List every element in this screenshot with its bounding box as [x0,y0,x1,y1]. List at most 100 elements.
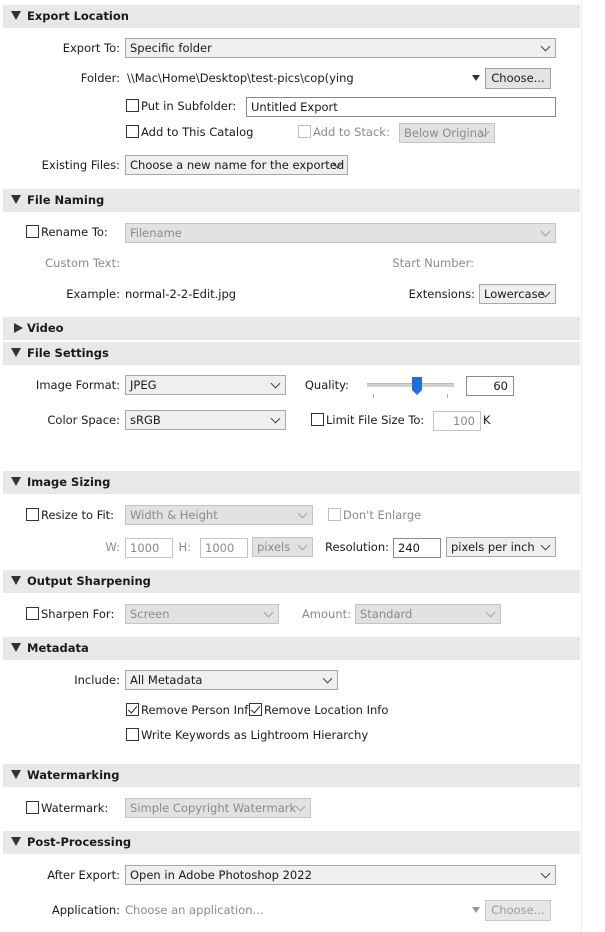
resize-to-fit-checkbox[interactable] [26,508,39,521]
start-number-label: Start Number: [392,256,474,270]
watermark-select[interactable]: Simple Copyright Watermark [125,798,311,818]
section-header-post-processing[interactable]: Post-Processing [3,831,580,854]
add-to-stack-label: Add to Stack: [313,125,390,139]
collapse-triangle-icon [11,477,21,486]
collapse-triangle-icon [11,576,21,585]
add-to-catalog-checkbox[interactable] [126,125,139,138]
slider-tick [447,394,448,398]
color-space-select[interactable]: sRGB [125,410,286,430]
subfolder-input[interactable]: Untitled Export [246,97,556,117]
section-header-metadata[interactable]: Metadata [3,637,580,660]
application-choose-button[interactable]: Choose... [485,900,551,921]
chevron-down-icon [263,607,274,618]
metadata-include-select[interactable]: All Metadata [125,670,338,690]
sharpen-for-checkbox[interactable] [26,607,39,620]
remove-person-info-checkbox[interactable] [126,703,139,716]
quality-slider[interactable] [367,377,454,399]
size-units-select[interactable]: pixels [252,537,313,557]
section-header-export-location[interactable]: Export Location [3,5,580,28]
application-dropdown-arrow-icon[interactable] [472,907,480,913]
section-header-output-sharpening[interactable]: Output Sharpening [3,570,580,593]
remove-location-info-checkbox[interactable] [249,703,262,716]
chevron-down-icon [540,226,551,237]
limit-file-size-unit: K [483,413,491,427]
chevron-down-icon [270,378,281,389]
application-path[interactable]: Choose an application... [125,900,264,920]
chevron-down-icon [540,868,551,879]
existing-files-value: Choose a new name for the exported file [130,158,348,172]
chevron-down-icon [295,801,306,812]
export-settings-panel: Export Location Export To: Specific fold… [0,0,605,932]
section-title: Metadata [27,641,89,655]
chevron-down-icon [270,413,281,424]
add-to-stack-checkbox[interactable] [298,125,311,138]
sharpen-for-select[interactable]: Screen [125,604,279,624]
rename-template-select[interactable]: Filename [125,223,556,243]
put-in-subfolder-checkbox[interactable] [126,99,139,112]
add-to-catalog-label: Add to This Catalog [141,125,254,139]
existing-files-label: Existing Files: [41,158,120,172]
scrollbar[interactable] [581,0,605,932]
quality-slider-track [367,383,454,387]
dont-enlarge-label: Don't Enlarge [343,508,422,522]
export-to-select[interactable]: Specific folder [125,38,556,58]
height-input[interactable]: 1000 [200,538,248,558]
extensions-value: Lowercase [484,287,545,301]
collapse-triangle-icon [11,348,21,357]
write-keywords-checkbox[interactable] [126,728,139,741]
section-header-image-sizing[interactable]: Image Sizing [3,471,580,494]
section-header-video[interactable]: Video [3,317,580,340]
extensions-select[interactable]: Lowercase [479,284,556,304]
rename-to-checkbox[interactable] [26,225,39,238]
section-title: File Settings [27,346,109,360]
width-input[interactable]: 1000 [125,538,173,558]
chevron-down-icon [297,508,308,519]
image-format-select[interactable]: JPEG [125,375,286,395]
limit-file-size-checkbox[interactable] [311,413,324,426]
watermark-checkbox[interactable] [26,801,39,814]
rename-to-label: Rename To: [41,225,108,239]
sharpen-amount-value: Standard [360,607,413,621]
chevron-down-icon [540,41,551,52]
write-keywords-label: Write Keywords as Lightroom Hierarchy [141,728,369,742]
put-in-subfolder-label: Put in Subfolder: [141,99,237,113]
section-title: Image Sizing [27,475,111,489]
image-format-value: JPEG [130,378,157,392]
remove-location-info-label: Remove Location Info [264,703,389,717]
resize-mode-select[interactable]: Width & Height [125,505,313,525]
stack-position-value: Below Original [404,126,488,140]
section-header-watermarking[interactable]: Watermarking [3,764,580,787]
after-export-label: After Export: [47,868,120,882]
section-title: Watermarking [27,768,120,782]
dont-enlarge-checkbox[interactable] [328,508,341,521]
section-header-file-naming[interactable]: File Naming [3,189,580,212]
watermark-value: Simple Copyright Watermark [130,801,297,815]
quality-slider-thumb[interactable] [412,377,423,395]
collapse-triangle-icon [11,195,21,204]
existing-files-select[interactable]: Choose a new name for the exported file [125,155,348,175]
after-export-select[interactable]: Open in Adobe Photoshop 2022 [125,865,556,885]
expand-triangle-icon [14,323,23,333]
stack-position-select[interactable]: Below Original [399,123,495,143]
collapse-triangle-icon [11,11,21,20]
color-space-value: sRGB [130,413,161,427]
sharpen-amount-select[interactable]: Standard [355,604,501,624]
limit-file-size-input[interactable]: 100 [433,411,481,431]
include-label: Include: [74,673,120,687]
chevron-down-icon [485,607,496,618]
custom-text-label: Custom Text: [45,256,120,270]
folder-path[interactable]: \\Mac\Home\Desktop\test-pics\cop(ying [127,68,354,88]
watermark-label: Watermark: [41,801,109,815]
resolution-units-select[interactable]: pixels per inch [446,537,556,557]
resolution-input[interactable]: 240 [393,538,441,558]
chevron-down-icon [297,540,308,551]
quality-input[interactable]: 60 [466,376,514,396]
folder-label: Folder: [80,71,120,85]
color-space-label: Color Space: [47,413,120,427]
section-header-file-settings[interactable]: File Settings [3,342,580,365]
height-label: H: [178,540,191,554]
folder-dropdown-arrow-icon[interactable] [472,75,480,81]
after-export-value: Open in Adobe Photoshop 2022 [130,868,312,882]
folder-choose-button[interactable]: Choose... [485,68,551,89]
remove-person-info-label: Remove Person Info [141,703,256,717]
